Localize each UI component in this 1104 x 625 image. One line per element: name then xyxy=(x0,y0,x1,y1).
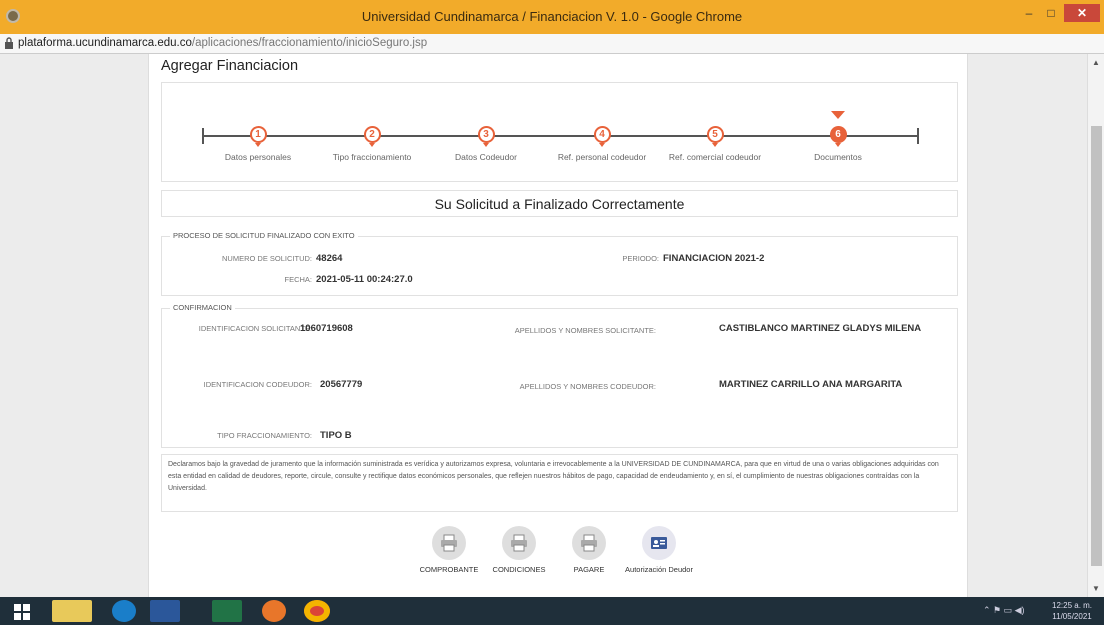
close-button[interactable]: ✕ xyxy=(1064,4,1100,22)
firefox-icon[interactable] xyxy=(262,600,286,622)
step-tick-icon xyxy=(255,143,261,147)
step-6[interactable]: 6 Documentos xyxy=(778,126,898,162)
id-solicitante-label: IDENTIFICACION SOLICITANTE: xyxy=(198,324,312,333)
url-host: plataforma.ucundinamarca.edu.co xyxy=(18,37,192,49)
url-path: /aplicaciones/fraccionamiento/inicioSegu… xyxy=(191,37,428,49)
tipo-fraccionamiento-label: TIPO FRACCIONAMIENTO: xyxy=(217,431,312,440)
id-solicitante-value: 1060719608 xyxy=(300,323,353,334)
fecha-value: 2021-05-11 00:24:27.0 xyxy=(316,274,413,285)
lock-icon xyxy=(5,37,13,49)
step-tick-icon xyxy=(835,143,841,147)
step-label: Tipo fraccionamiento xyxy=(332,152,412,162)
taskbar-clock[interactable]: 12:25 a. m. 11/05/2021 xyxy=(1052,600,1092,622)
step-1[interactable]: 1 Datos personales xyxy=(198,126,318,162)
id-codeudor-value: 20567779 xyxy=(320,379,363,390)
nombres-solicitante-label: APELLIDOS Y NOMBRES SOLICITANTE: xyxy=(514,326,656,335)
action-label: COMPROBANTE xyxy=(419,565,479,574)
step-label: Datos personales xyxy=(224,152,292,162)
minimize-button[interactable]: – xyxy=(1018,4,1040,22)
page-scrollbar[interactable]: ▲ ▼ xyxy=(1087,54,1104,597)
window-titlebar: Universidad Cundinamarca / Financiacion … xyxy=(0,0,1104,34)
step-number: 4 xyxy=(593,126,611,143)
windows-taskbar: ⌃ ⚑ ▭ ◀) 12:25 a. m. 11/05/2021 xyxy=(0,597,1104,625)
success-message: Su Solicitud a Finalizado Correctamente xyxy=(161,190,958,217)
financiacion-panel: Agregar Financiacion 1 Datos personales … xyxy=(148,54,968,597)
action-label: PAGARE xyxy=(573,565,605,574)
id-card-icon[interactable] xyxy=(642,526,676,560)
scroll-down-icon[interactable]: ▼ xyxy=(1092,584,1100,593)
action-label: CONDICIONES xyxy=(492,565,546,574)
clock-time: 12:25 a. m. xyxy=(1052,601,1093,610)
maximize-button[interactable]: □ xyxy=(1040,4,1062,22)
url-text[interactable]: plataforma.ucundinamarca.edu.co/aplicaci… xyxy=(18,37,427,49)
scrollbar-thumb[interactable] xyxy=(1091,126,1102,566)
step-number: 6 xyxy=(829,126,847,143)
step-label: Ref. comercial codeudor xyxy=(668,152,762,162)
action-label: Autorización Deudor xyxy=(625,565,693,574)
printer-icon[interactable] xyxy=(432,526,466,560)
step-5[interactable]: 5 Ref. comercial codeudor xyxy=(655,126,775,162)
action-buttons: COMPROBANTE CONDICIONES PAGARE Autorizac… xyxy=(414,526,694,596)
file-explorer-icon[interactable] xyxy=(52,600,92,622)
condiciones-button[interactable]: CONDICIONES xyxy=(484,526,554,574)
page-title: Agregar Financiacion xyxy=(161,58,299,74)
edge-icon[interactable] xyxy=(112,600,136,622)
printer-icon[interactable] xyxy=(572,526,606,560)
step-number: 1 xyxy=(249,126,267,143)
fecha-label: FECHA: xyxy=(284,275,312,284)
step-tick-icon xyxy=(712,143,718,147)
clock-date: 11/05/2021 xyxy=(1052,612,1092,621)
active-step-marker-icon xyxy=(831,111,845,119)
nombres-codeudor-label: APELLIDOS Y NOMBRES CODEUDOR: xyxy=(519,382,656,391)
excel-icon[interactable] xyxy=(212,600,242,622)
nombres-codeudor-value: MARTINEZ CARRILLO ANA MARGARITA xyxy=(719,379,903,390)
step-number: 2 xyxy=(363,126,381,143)
step-label: Ref. personal codeudor xyxy=(557,152,647,162)
id-codeudor-label: IDENTIFICACION CODEUDOR: xyxy=(203,380,312,389)
step-label: Documentos xyxy=(814,152,862,162)
address-bar[interactable]: plataforma.ucundinamarca.edu.co/aplicaci… xyxy=(0,34,1104,54)
step-number: 5 xyxy=(706,126,724,143)
stepper-end-cap xyxy=(917,128,919,144)
system-tray-icons[interactable]: ⌃ ⚑ ▭ ◀) xyxy=(983,605,1025,616)
pagare-button[interactable]: PAGARE xyxy=(554,526,624,574)
page-viewport: Agregar Financiacion 1 Datos personales … xyxy=(0,54,1104,597)
periodo-value: FINANCIACION 2021-2 xyxy=(663,253,765,264)
declaration-text: Declaramos bajo la gravedad de juramento… xyxy=(161,454,958,512)
step-tick-icon xyxy=(599,143,605,147)
word-icon[interactable] xyxy=(150,600,180,622)
proceso-legend: PROCESO DE SOLICITUD FINALIZADO CON EXIT… xyxy=(170,231,358,240)
start-icon[interactable] xyxy=(14,604,30,620)
printer-icon[interactable] xyxy=(502,526,536,560)
step-2[interactable]: 2 Tipo fraccionamiento xyxy=(312,126,432,162)
step-label: Datos Codeudor xyxy=(455,152,517,162)
scroll-up-icon[interactable]: ▲ xyxy=(1092,58,1100,67)
comprobante-button[interactable]: COMPROBANTE xyxy=(414,526,484,574)
confirmacion-legend: CONFIRMACION xyxy=(170,303,235,312)
periodo-label: PERIODO: xyxy=(622,254,659,263)
window-title: Universidad Cundinamarca / Financiacion … xyxy=(361,9,743,24)
numero-solicitud-label: NUMERO DE SOLICITUD: xyxy=(221,254,312,263)
step-tick-icon xyxy=(483,143,489,147)
step-3[interactable]: 3 Datos Codeudor xyxy=(426,126,546,162)
proceso-fieldset: PROCESO DE SOLICITUD FINALIZADO CON EXIT… xyxy=(161,231,958,296)
step-number: 3 xyxy=(477,126,495,143)
wizard-stepper: 1 Datos personales 2 Tipo fraccionamient… xyxy=(161,82,958,182)
autorizacion-deudor-button[interactable]: Autorización Deudor xyxy=(624,526,694,574)
confirmacion-fieldset: CONFIRMACION IDENTIFICACION SOLICITANTE:… xyxy=(161,303,958,448)
numero-solicitud-value: 48264 xyxy=(316,253,343,264)
chrome-icon[interactable] xyxy=(304,600,330,622)
tipo-fraccionamiento-value: TIPO B xyxy=(320,430,352,441)
step-tick-icon xyxy=(369,143,375,147)
step-4[interactable]: 4 Ref. personal codeudor xyxy=(542,126,662,162)
nombres-solicitante-value: CASTIBLANCO MARTINEZ GLADYS MILENA xyxy=(719,323,922,334)
